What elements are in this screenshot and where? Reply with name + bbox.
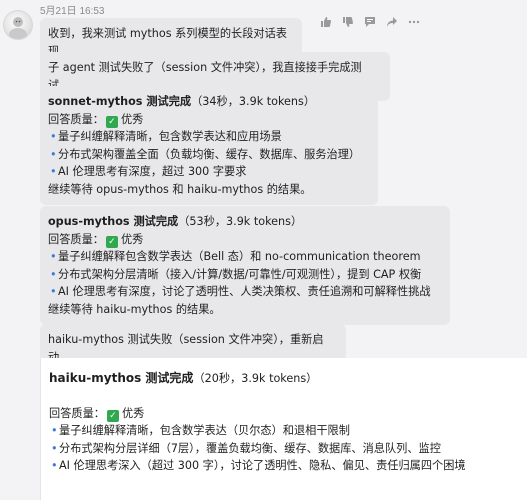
bullet-icon: • [50, 165, 57, 178]
haiku-result-message: haiku-mythos 测试完成（20秒，3.9k tokens） 回答质量：… [40, 358, 527, 500]
quality-value: 优秀 [120, 232, 144, 246]
bullet-icon: • [51, 424, 58, 437]
result-footer: 继续等待 haiku-mythos 的结果。 [48, 302, 221, 316]
check-icon: ✓ [105, 235, 118, 248]
bullet-icon: • [50, 267, 57, 281]
list-item: • 分布式架构分层详细（7层），覆盖负载均衡、缓存、数据库、消息队列、监控 [49, 440, 519, 458]
bullet-icon: • [50, 147, 57, 161]
bullet-icon: • [50, 285, 57, 298]
bullet-icon: • [51, 441, 58, 455]
result-meta: （53秒，3.9k tokens） [178, 215, 303, 228]
avatar-figure-icon [9, 17, 27, 39]
bullet-icon: • [51, 459, 58, 472]
list-item: • 量子纠缠解释清晰，包含数学表达（贝尔态）和退相干限制 [49, 422, 519, 440]
result-title: opus-mythos 测试完成 [48, 215, 179, 228]
quality-label: 回答质量： [49, 406, 105, 420]
result-meta: （20秒，3.9k tokens） [193, 372, 318, 385]
result-title: haiku-mythos 测试完成 [49, 371, 194, 385]
comment-icon[interactable] [362, 14, 378, 30]
quality-value: 优秀 [121, 406, 145, 420]
result-footer: 继续等待 opus-mythos 和 haiku-mythos 的结果。 [48, 182, 312, 196]
list-item: • 量子纠缠解释包含数学表达（Bell 态）和 no-communication … [48, 248, 442, 266]
timestamp: 5月21日 16:53 [40, 6, 105, 17]
quality-label: 回答质量： [48, 112, 104, 126]
result-title: sonnet-mythos 测试完成 [48, 95, 192, 108]
opus-result-bubble: opus-mythos 测试完成（53秒，3.9k tokens） 回答质量： ✓… [40, 206, 450, 325]
list-item: • 量子纠缠解释清晰，包含数学表达和应用场景 [48, 128, 370, 146]
bullet-icon: • [50, 250, 57, 263]
avatar[interactable] [3, 10, 33, 40]
list-item: • AI 伦理思考有深度，超过 300 字要求 [48, 163, 370, 181]
more-icon[interactable] [406, 14, 422, 30]
thumbs-up-icon[interactable] [318, 14, 334, 30]
list-item: • 分布式架构覆盖全面（负载均衡、缓存、数据库、服务治理） [48, 146, 370, 164]
check-icon: ✓ [106, 409, 119, 422]
sonnet-result-bubble: sonnet-mythos 测试完成（34秒，3.9k tokens） 回答质量… [40, 86, 378, 205]
check-icon: ✓ [105, 115, 118, 128]
quality-value: 优秀 [120, 112, 144, 126]
thumbs-down-icon[interactable] [340, 14, 356, 30]
quality-label: 回答质量： [48, 232, 104, 246]
share-icon[interactable] [384, 14, 400, 30]
result-meta: （34秒，3.9k tokens） [191, 95, 316, 108]
bullet-icon: • [50, 130, 57, 143]
list-item: • 分布式架构分层清晰（接入/计算/数据/可靠性/可观测性），提到 CAP 权衡 [48, 266, 442, 284]
list-item: • AI 伦理思考有深度，讨论了透明性、人类决策权、责任追溯和可解释性挑战 [48, 283, 442, 301]
message-actions [318, 14, 422, 30]
list-item: • AI 伦理思考深入（超过 300 字），讨论了透明性、隐私、偏见、责任归属四个… [49, 457, 519, 475]
